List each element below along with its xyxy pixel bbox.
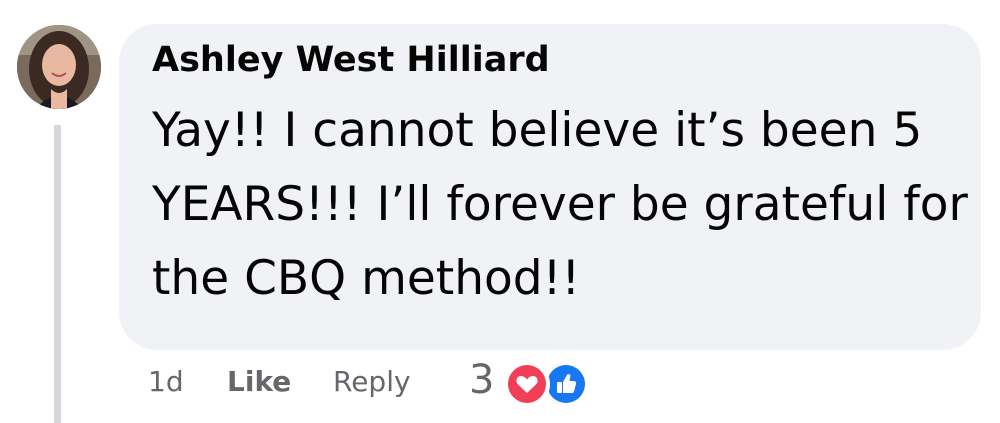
comment-text: Yay!! I cannot believe it’s been 5 YEARS… [152,103,968,306]
comment-author[interactable]: Ashley West Hilliard [152,40,550,80]
thread-line [54,125,61,423]
avatar[interactable] [17,25,101,109]
like-button[interactable]: Like [227,365,291,398]
love-icon[interactable] [504,361,550,407]
comment-timestamp[interactable]: 1d [148,365,184,398]
reply-button[interactable]: Reply [333,365,411,398]
reaction-count[interactable]: 3 [469,357,494,403]
